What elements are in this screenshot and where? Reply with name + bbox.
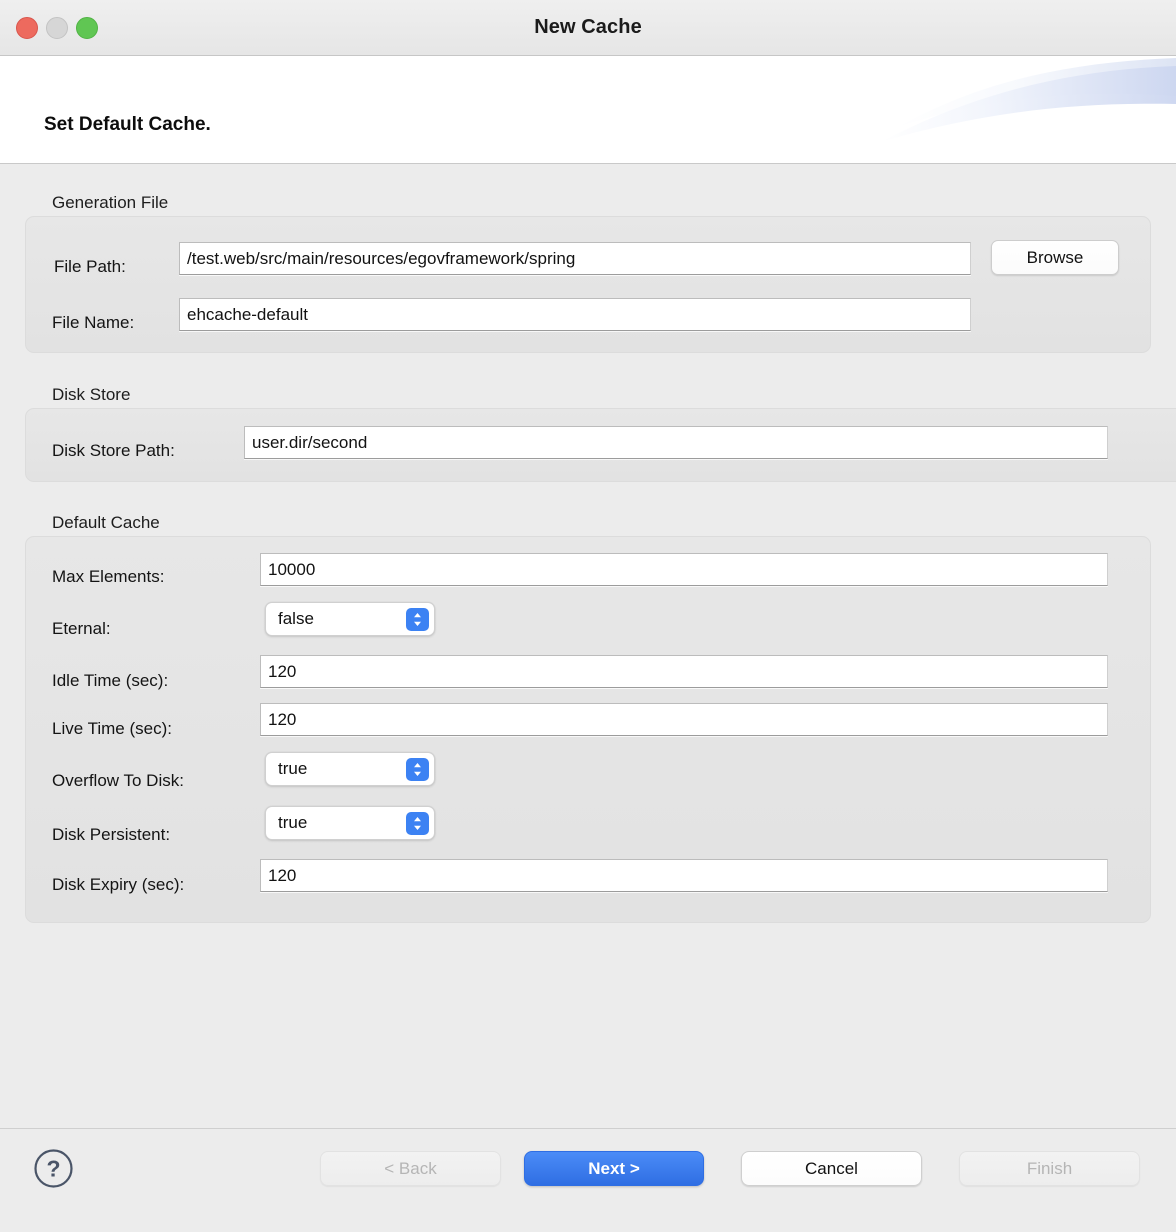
eternal-value: false (278, 609, 406, 629)
label-disk-expiry: Disk Expiry (sec): (52, 875, 184, 895)
label-idle-time: Idle Time (sec): (52, 671, 168, 691)
label-live-time: Live Time (sec): (52, 719, 172, 739)
header-decoration-swoosh (836, 56, 1176, 164)
group-box-generation-file (25, 216, 1151, 353)
disk-persistent-value: true (278, 813, 406, 833)
cancel-button[interactable]: Cancel (741, 1151, 922, 1186)
page-title: Set Default Cache. (44, 114, 211, 136)
label-disk-store-path: Disk Store Path: (52, 441, 175, 461)
group-label-generation-file: Generation File (52, 193, 168, 213)
window-titlebar: New Cache (0, 0, 1176, 56)
close-window-icon[interactable] (16, 17, 38, 39)
svg-text:?: ? (46, 1156, 60, 1182)
overflow-to-disk-dropdown[interactable]: true (265, 752, 435, 786)
file-path-input[interactable]: /test.web/src/main/resources/egovframewo… (179, 242, 971, 275)
browse-button[interactable]: Browse (991, 240, 1119, 275)
label-disk-persistent: Disk Persistent: (52, 825, 170, 845)
file-name-input[interactable]: ehcache-default (179, 298, 971, 331)
label-max-elements: Max Elements: (52, 567, 164, 587)
wizard-header: Set Default Cache. (0, 56, 1176, 164)
group-label-default-cache: Default Cache (52, 513, 160, 533)
label-eternal: Eternal: (52, 619, 111, 639)
maximize-window-icon[interactable] (76, 17, 98, 39)
disk-store-path-input[interactable]: user.dir/second (244, 426, 1108, 459)
label-file-name: File Name: (52, 313, 134, 333)
minimize-window-icon[interactable] (46, 17, 68, 39)
chevron-up-down-icon (406, 812, 429, 835)
label-overflow-to-disk: Overflow To Disk: (52, 771, 184, 791)
label-file-path: File Path: (54, 257, 126, 277)
chevron-up-down-icon (406, 608, 429, 631)
overflow-to-disk-value: true (278, 759, 406, 779)
eternal-dropdown[interactable]: false (265, 602, 435, 636)
traffic-light-group (16, 17, 98, 39)
next-button[interactable]: Next > (524, 1151, 704, 1186)
live-time-input[interactable]: 120 (260, 703, 1108, 736)
idle-time-input[interactable]: 120 (260, 655, 1108, 688)
disk-expiry-input[interactable]: 120 (260, 859, 1108, 892)
back-button[interactable]: < Back (320, 1151, 501, 1186)
dialog-body: Generation File File Path: /test.web/src… (0, 164, 1176, 1128)
chevron-up-down-icon (406, 758, 429, 781)
group-label-disk-store: Disk Store (52, 385, 130, 405)
help-question-icon[interactable]: ? (33, 1148, 74, 1189)
new-cache-dialog: New Cache Set Default Cache. (0, 0, 1176, 1232)
max-elements-input[interactable]: 10000 (260, 553, 1108, 586)
disk-persistent-dropdown[interactable]: true (265, 806, 435, 840)
dialog-footer: ? < Back Next > Cancel Finish (0, 1128, 1176, 1232)
finish-button[interactable]: Finish (959, 1151, 1140, 1186)
window-title: New Cache (0, 16, 1176, 39)
